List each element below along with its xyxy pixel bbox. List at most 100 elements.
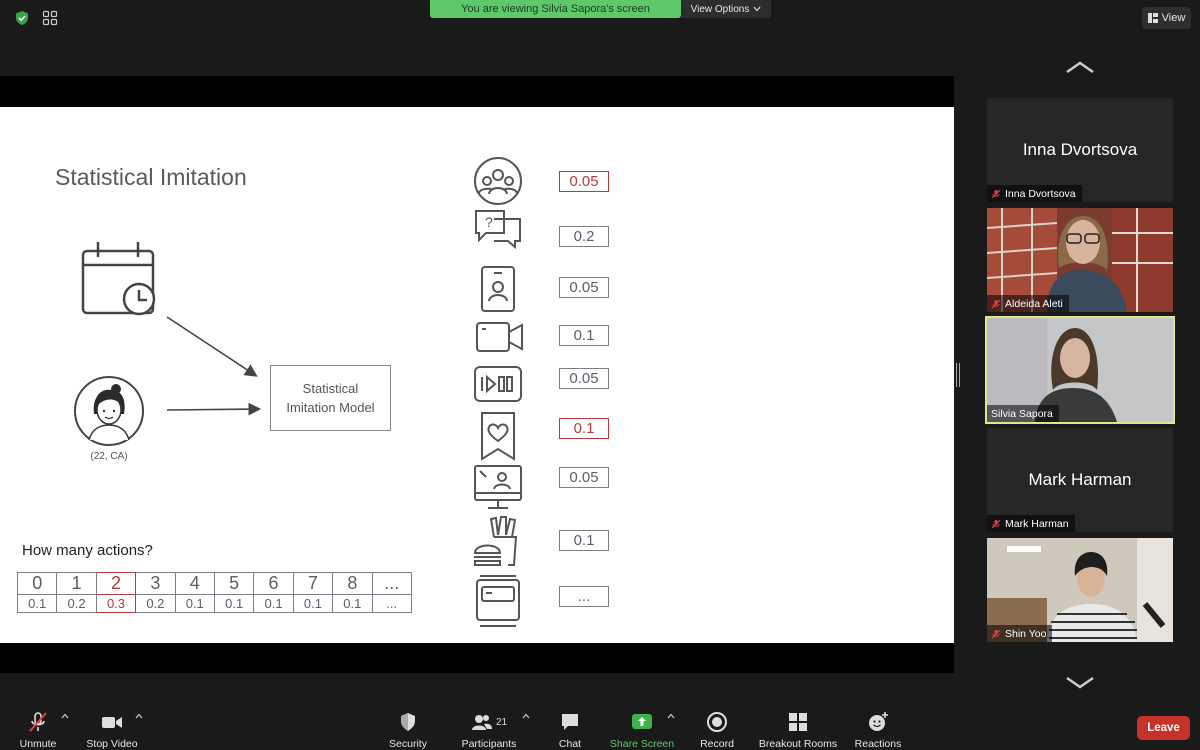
action-count-cell: 8 (332, 572, 373, 595)
action-prob-cell: 0.1 (292, 594, 334, 613)
breakout-rooms-button[interactable]: Breakout Rooms (757, 706, 839, 750)
participant-name: Shin Yoo (1005, 627, 1047, 640)
action-prob-cell: 0.1 (253, 594, 294, 613)
action-count-cell: 1 (56, 572, 97, 595)
feature-value-box: 0.05 (559, 171, 609, 192)
record-label: Record (700, 738, 734, 750)
security-button[interactable]: Security (383, 706, 433, 750)
action-prob-cell: 0.1 (213, 594, 255, 613)
user-avatar-icon (74, 376, 144, 446)
participant-label: Silvia Sapora (987, 405, 1059, 422)
participant-tile[interactable]: Inna Dvortsova Inna Dvortsova (987, 98, 1173, 202)
feature-icons-column: ? (473, 157, 523, 627)
caret-up-icon[interactable] (135, 713, 143, 719)
feature-value-box: ... (559, 586, 609, 607)
model-box-line-1: Statistical (302, 380, 359, 396)
tv-icon (476, 575, 520, 627)
chat-button[interactable]: Chat (550, 706, 590, 750)
arrows-to-model (166, 316, 262, 416)
feature-value: 0.05 (569, 370, 599, 387)
muted-mic-icon (991, 299, 1001, 308)
feature-value-box: 0.1 (559, 418, 609, 439)
avatar-caption: (22, CA) (90, 451, 128, 462)
feature-value-box: 0.1 (559, 530, 609, 551)
participant-name: Mark Harman (1005, 517, 1069, 530)
muted-mic-icon (991, 189, 1001, 198)
caret-up-icon[interactable] (667, 713, 675, 719)
participant-tile-active-speaker[interactable]: Silvia Sapora (985, 316, 1175, 424)
unmute-button[interactable]: Unmute (12, 706, 64, 750)
statistical-imitation-model-box: Statistical Imitation Model (270, 365, 391, 431)
caret-up-icon[interactable] (61, 713, 69, 719)
security-label: Security (389, 738, 427, 750)
participant-tile[interactable]: Shin Yoo (987, 538, 1173, 642)
action-prob-cell: ... (371, 594, 412, 613)
muted-mic-icon (29, 712, 47, 732)
chat-bubble-icon (562, 714, 578, 730)
action-prob-cell: 0.2 (56, 594, 97, 613)
leave-meeting-button[interactable]: Leave (1137, 716, 1190, 740)
participant-tile[interactable]: Mark Harman Mark Harman (987, 428, 1173, 532)
feature-value: 0.1 (573, 532, 595, 549)
action-prob-cell: 0.1 (174, 594, 215, 613)
share-screen-arrow-icon (632, 714, 652, 729)
view-options-label: View Options (690, 3, 750, 15)
action-prob-cell: 0.1 (332, 594, 373, 613)
computer-profile-icon (474, 465, 522, 509)
meeting-toolbar: Unmute Stop Video Security 21 Participan… (0, 706, 1200, 750)
action-prob-row: 0.1 0.2 0.3 0.2 0.1 0.1 0.1 0.1 0.1... (16, 594, 412, 613)
action-count-cell: 2 (95, 572, 137, 595)
breakout-rooms-label: Breakout Rooms (758, 738, 838, 750)
security-shield-icon[interactable] (14, 10, 30, 26)
model-box-line-2: Imitation Model (286, 400, 375, 415)
fast-food-icon (473, 516, 518, 566)
feature-value: 0.05 (569, 469, 599, 486)
gallery-layout-icon (1147, 13, 1158, 23)
actions-distribution-table: 0 1 2 3 4 5 6 7 8... 0.1 0.2 0.3 0.2 0.1 0.1 0.1 0.1 0.1… (16, 572, 412, 613)
participants-count: 21 (495, 716, 508, 728)
participant-name: Inna Dvortsova (1005, 187, 1076, 200)
svg-text:?: ? (485, 214, 493, 230)
action-count-cell: 0 (16, 572, 58, 595)
reactions-label: Reactions (854, 738, 902, 750)
action-count-cell: ... (371, 572, 412, 595)
profile-card-icon (481, 266, 515, 312)
reactions-button[interactable]: Reactions (852, 706, 904, 750)
stop-video-button[interactable]: Stop Video (82, 706, 142, 750)
share-screen-button[interactable]: Share Screen (608, 706, 676, 750)
scroll-up-chevron-icon[interactable] (1064, 60, 1096, 74)
participant-tile[interactable]: Aldeida Aleti (987, 208, 1173, 312)
participants-icon (471, 715, 492, 730)
stop-video-label: Stop Video (86, 738, 138, 750)
participant-label: Aldeida Aleti (987, 295, 1069, 312)
participant-label: Shin Yoo (987, 625, 1053, 642)
viewing-banner-text: You are viewing Silvia Sapora's screen (461, 3, 650, 15)
muted-mic-icon (991, 519, 1001, 528)
muted-mic-icon (991, 629, 1001, 638)
action-count-cell: 7 (292, 572, 334, 595)
meeting-info-grid-icon[interactable] (42, 10, 58, 26)
scroll-down-chevron-icon[interactable] (1064, 676, 1096, 690)
action-prob-cell: 0.2 (135, 594, 176, 613)
smiley-plus-icon (869, 712, 888, 731)
record-button[interactable]: Record (697, 706, 737, 750)
video-player-icon (474, 366, 522, 402)
chevron-down-icon (753, 6, 761, 12)
action-prob-cell: 0.3 (95, 594, 137, 613)
feature-value: 0.2 (573, 228, 595, 245)
caret-up-icon[interactable] (522, 713, 530, 719)
video-camera-icon (476, 322, 523, 352)
feature-value: ... (577, 588, 591, 605)
participant-label: Mark Harman (987, 515, 1075, 532)
view-layout-button[interactable]: View (1142, 7, 1191, 29)
viewing-screen-banner: You are viewing Silvia Sapora's screen (430, 0, 681, 18)
participants-button[interactable]: 21 Participants (458, 706, 520, 750)
feature-value: 0.1 (573, 327, 595, 344)
chat-label: Chat (558, 738, 582, 750)
feature-value-box: 0.05 (559, 467, 609, 488)
panel-resize-handle[interactable] (956, 363, 960, 387)
participant-name: Aldeida Aleti (1005, 297, 1063, 310)
view-options-button[interactable]: View Options (681, 0, 771, 18)
action-count-row: 0 1 2 3 4 5 6 7 8... (16, 572, 412, 595)
action-count-cell: 6 (253, 572, 294, 595)
